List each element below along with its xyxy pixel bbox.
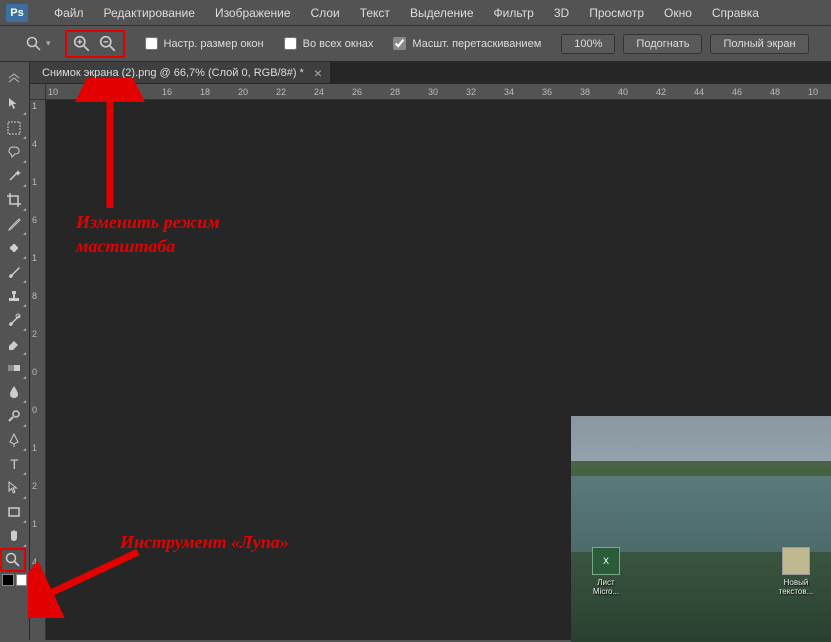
menubar: Ps Файл Редактирование Изображение Слои … bbox=[0, 0, 831, 26]
app-logo: Ps bbox=[6, 4, 28, 22]
document-tab[interactable]: Снимок экрана (2).png @ 66,7% (Слой 0, R… bbox=[30, 62, 330, 84]
fullscreen-button[interactable]: Полный экран bbox=[710, 34, 808, 54]
all-windows-check[interactable]: Во всех окнах bbox=[284, 37, 374, 50]
eyedropper-tool[interactable] bbox=[0, 212, 28, 236]
desktop-icon: X Лист Micro... bbox=[586, 547, 626, 597]
text-tool[interactable]: T bbox=[0, 452, 28, 476]
scrubby-label: Масшт. перетаскиванием bbox=[412, 38, 541, 50]
menu-text[interactable]: Текст bbox=[350, 2, 400, 24]
lasso-tool[interactable] bbox=[0, 140, 28, 164]
zoom-mode-highlight bbox=[65, 30, 125, 58]
healing-tool[interactable] bbox=[0, 236, 28, 260]
background-swatch[interactable] bbox=[16, 574, 28, 586]
toolbox: T bbox=[0, 62, 30, 640]
resize-windows-check[interactable]: Настр. размер окон bbox=[145, 37, 264, 50]
menu-edit[interactable]: Редактирование bbox=[94, 2, 205, 24]
ruler-origin[interactable] bbox=[30, 84, 46, 100]
menu-image[interactable]: Изображение bbox=[205, 2, 301, 24]
gradient-tool[interactable] bbox=[0, 356, 28, 380]
zoom-100-button[interactable]: 100% bbox=[561, 34, 615, 54]
options-bar: ▾ Настр. размер окон Во всех окнах Масшт… bbox=[0, 26, 831, 62]
svg-text:T: T bbox=[10, 456, 19, 472]
scrubby-zoom-check[interactable]: Масшт. перетаскиванием bbox=[393, 37, 541, 50]
tool-indicator[interactable]: ▾ bbox=[20, 34, 57, 54]
menu-help[interactable]: Справка bbox=[702, 2, 769, 24]
menu-view[interactable]: Просмотр bbox=[579, 2, 654, 24]
canvas[interactable]: X Лист Micro... Новый текстов... bbox=[46, 100, 831, 640]
zoom-in-button[interactable] bbox=[71, 34, 93, 54]
menu-filter[interactable]: Фильтр bbox=[484, 2, 544, 24]
magnifier-icon bbox=[26, 36, 42, 52]
eraser-tool[interactable] bbox=[0, 332, 28, 356]
crop-tool[interactable] bbox=[0, 188, 28, 212]
blur-tool[interactable] bbox=[0, 380, 28, 404]
close-tab-icon[interactable]: × bbox=[314, 65, 322, 81]
resize-windows-label: Настр. размер окон bbox=[164, 38, 264, 50]
dodge-tool[interactable] bbox=[0, 404, 28, 428]
path-select-tool[interactable] bbox=[0, 476, 28, 500]
stamp-tool[interactable] bbox=[0, 284, 28, 308]
ruler-vertical[interactable]: 1416182001214 bbox=[30, 100, 46, 640]
zoom-tool[interactable] bbox=[0, 548, 26, 572]
history-brush-tool[interactable] bbox=[0, 308, 28, 332]
shape-tool[interactable] bbox=[0, 500, 28, 524]
move-tool[interactable] bbox=[0, 92, 28, 116]
magic-wand-tool[interactable] bbox=[0, 164, 28, 188]
canvas-area: Снимок экрана (2).png @ 66,7% (Слой 0, R… bbox=[30, 62, 831, 640]
all-windows-label: Во всех окнах bbox=[303, 38, 374, 50]
zoom-out-button[interactable] bbox=[97, 34, 119, 54]
hand-tool[interactable] bbox=[0, 524, 28, 548]
collapse-icon[interactable] bbox=[0, 68, 28, 92]
ruler-horizontal[interactable]: 1012141618202224262830323436384042444648… bbox=[46, 84, 831, 100]
pen-tool[interactable] bbox=[0, 428, 28, 452]
menu-window[interactable]: Окно bbox=[654, 2, 702, 24]
brush-tool[interactable] bbox=[0, 260, 28, 284]
desktop-icon: Новый текстов... bbox=[776, 547, 816, 597]
color-swatches[interactable] bbox=[0, 572, 29, 588]
canvas-image: X Лист Micro... Новый текстов... bbox=[571, 416, 831, 642]
fit-button[interactable]: Подогнать bbox=[623, 34, 702, 54]
marquee-tool[interactable] bbox=[0, 116, 28, 140]
menu-layers[interactable]: Слои bbox=[301, 2, 350, 24]
menu-select[interactable]: Выделение bbox=[400, 2, 484, 24]
menu-3d[interactable]: 3D bbox=[544, 2, 579, 24]
menu-file[interactable]: Файл bbox=[44, 2, 94, 24]
document-tab-title: Снимок экрана (2).png @ 66,7% (Слой 0, R… bbox=[42, 67, 304, 79]
foreground-swatch[interactable] bbox=[2, 574, 14, 586]
